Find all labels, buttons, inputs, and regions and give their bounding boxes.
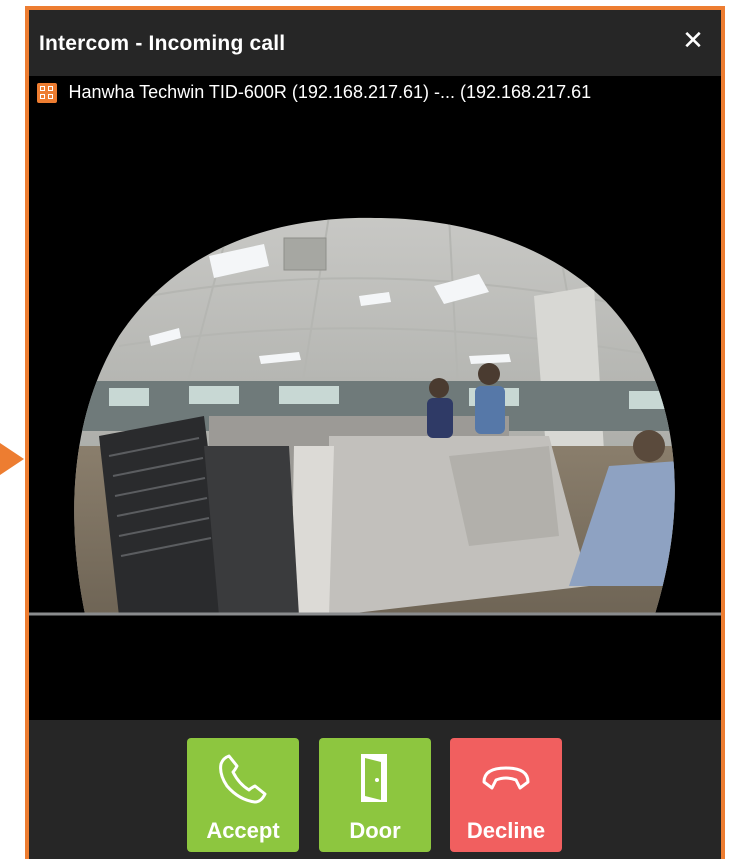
hang-up-icon xyxy=(482,766,530,790)
decline-label: Decline xyxy=(466,818,546,843)
call-controls: Accept Door Decline xyxy=(29,720,721,859)
window-title: Intercom - Incoming call xyxy=(39,32,286,55)
door-button[interactable]: Door xyxy=(319,738,431,852)
pointer-arrow xyxy=(0,443,24,475)
accept-button[interactable]: Accept xyxy=(187,738,299,852)
close-icon[interactable]: ✕ xyxy=(679,26,707,54)
device-label: Hanwha Techwin TID-600R (192.168.217.61)… xyxy=(68,82,592,102)
decline-button[interactable]: Decline xyxy=(450,738,562,852)
phone-icon xyxy=(219,754,267,804)
intercom-window: Intercom - Incoming call ✕ Hanwha Techwi… xyxy=(25,6,725,859)
accept-label: Accept xyxy=(206,818,280,843)
door-icon xyxy=(361,754,387,802)
video-feed xyxy=(29,116,721,720)
camera-icon xyxy=(37,82,57,103)
door-label: Door xyxy=(349,818,401,843)
fisheye-image xyxy=(29,217,721,616)
device-info: Hanwha Techwin TID-600R (192.168.217.61)… xyxy=(37,82,721,106)
title-bar: Intercom - Incoming call ✕ xyxy=(29,10,721,76)
